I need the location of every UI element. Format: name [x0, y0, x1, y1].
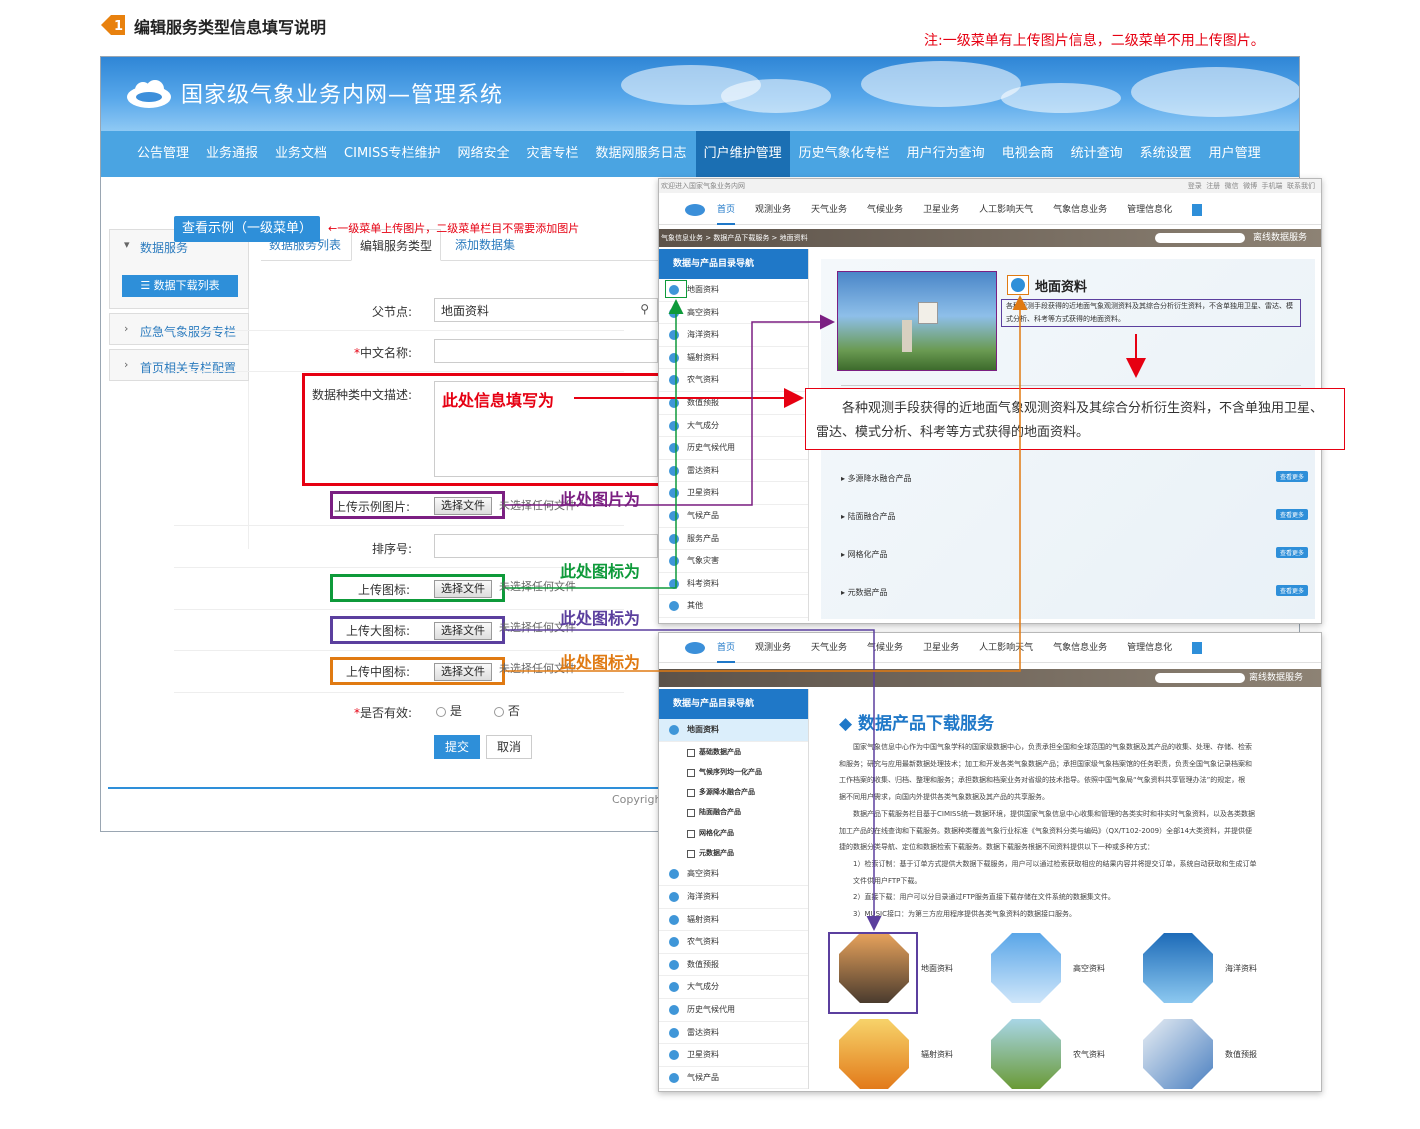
connector-arrows: [505, 295, 1146, 931]
